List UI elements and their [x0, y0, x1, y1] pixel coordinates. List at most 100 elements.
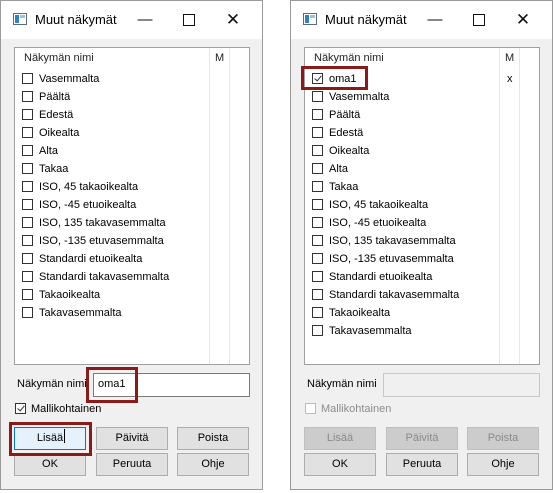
list-item[interactable]: Päältä: [15, 88, 249, 106]
checkbox-icon[interactable]: [22, 163, 33, 174]
maximize-icon: [183, 14, 195, 27]
checkbox-icon[interactable]: [22, 91, 33, 102]
column-header-name[interactable]: Näkymän nimi: [24, 52, 94, 64]
list-item[interactable]: ISO, 45 takaoikealta: [15, 178, 249, 196]
column-header-name[interactable]: Näkymän nimi: [314, 52, 384, 64]
apply-button[interactable]: Päivitä: [386, 427, 458, 450]
checkbox-icon[interactable]: [312, 325, 323, 336]
minimize-button[interactable]: —: [415, 5, 455, 35]
checkbox-icon[interactable]: [312, 163, 323, 174]
views-list[interactable]: Näkymän nimi M oma1 x Vasemmalta Päältä Edes…: [304, 47, 540, 365]
close-button[interactable]: ✕: [213, 5, 253, 35]
list-item[interactable]: Edestä: [305, 124, 539, 142]
help-button[interactable]: Ohje: [177, 453, 249, 476]
list-item[interactable]: ISO, 135 takavasemmalta: [15, 214, 249, 232]
list-item-label: Takaoikealta: [329, 307, 391, 319]
checkbox-icon[interactable]: [22, 235, 33, 246]
list-item[interactable]: ISO, -135 etuvasemmalta: [305, 250, 539, 268]
list-item-label: Vasemmalta: [39, 73, 100, 85]
add-button[interactable]: Lisää: [304, 427, 376, 450]
checkbox-icon[interactable]: [312, 271, 323, 282]
checkbox-icon[interactable]: [312, 307, 323, 318]
cancel-button[interactable]: Peruuta: [96, 453, 168, 476]
list-item[interactable]: ISO, 45 takaoikealta: [305, 196, 539, 214]
cancel-button[interactable]: Peruuta: [386, 453, 458, 476]
list-item[interactable]: Takaa: [15, 160, 249, 178]
list-item[interactable]: Takaa: [305, 178, 539, 196]
list-item[interactable]: Standardi takavasemmalta: [15, 268, 249, 286]
close-button[interactable]: ✕: [503, 5, 543, 35]
list-item-label: Standardi takavasemmalta: [329, 289, 460, 301]
ok-button[interactable]: OK: [304, 453, 376, 476]
views-list[interactable]: Näkymän nimi M Vasemmalta Päältä Edestä Oik…: [14, 47, 250, 365]
list-item[interactable]: ISO, 135 takavasemmalta: [305, 232, 539, 250]
checkbox-checked-icon[interactable]: [15, 403, 26, 414]
highlight-box-name-input: [86, 367, 138, 403]
list-item-label: ISO, 135 takavasemmalta: [39, 217, 166, 229]
checkbox-icon[interactable]: [312, 109, 323, 120]
help-button[interactable]: Ohje: [467, 453, 539, 476]
checkbox-icon[interactable]: [22, 109, 33, 120]
minimize-button[interactable]: —: [125, 5, 165, 35]
list-item[interactable]: Alta: [15, 142, 249, 160]
checkbox-icon[interactable]: [312, 235, 323, 246]
list-item[interactable]: Takavasemmalta: [15, 304, 249, 322]
list-item[interactable]: Standardi takavasemmalta: [305, 286, 539, 304]
app-icon: [13, 13, 27, 25]
checkbox-icon[interactable]: [22, 73, 33, 84]
list-item[interactable]: ISO, -45 etuoikealta: [15, 196, 249, 214]
list-item[interactable]: Vasemmalta: [305, 88, 539, 106]
list-item-label: Oikealta: [329, 145, 370, 157]
checkbox-icon[interactable]: [312, 289, 323, 300]
checkbox-icon[interactable]: [305, 403, 316, 414]
list-item-label: ISO, -135 etuvasemmalta: [39, 235, 164, 247]
list-item[interactable]: Standardi etuoikealta: [305, 268, 539, 286]
list-header: Näkymän nimi M: [305, 48, 539, 68]
checkbox-icon[interactable]: [312, 181, 323, 192]
list-item-label: Alta: [329, 163, 348, 175]
ok-button[interactable]: OK: [14, 453, 86, 476]
list-item[interactable]: Takavasemmalta: [305, 322, 539, 340]
column-header-m[interactable]: M: [215, 52, 224, 64]
column-header-m[interactable]: M: [505, 52, 514, 64]
list-item-label: ISO, 135 takavasemmalta: [329, 235, 456, 247]
checkbox-icon[interactable]: [312, 199, 323, 210]
checkbox-icon[interactable]: [22, 127, 33, 138]
list-item-label: Standardi takavasemmalta: [39, 271, 170, 283]
checkbox-icon[interactable]: [22, 289, 33, 300]
maximize-button[interactable]: [169, 5, 209, 35]
checkbox-icon[interactable]: [312, 127, 323, 138]
checkbox-icon[interactable]: [22, 253, 33, 264]
checkbox-icon[interactable]: [22, 145, 33, 156]
maximize-button[interactable]: [459, 5, 499, 35]
list-item-label: Takaoikealta: [39, 289, 101, 301]
model-specific-label: Mallikohtainen: [31, 403, 102, 415]
checkbox-icon[interactable]: [22, 307, 33, 318]
checkbox-icon[interactable]: [22, 181, 33, 192]
delete-button[interactable]: Poista: [177, 427, 249, 450]
list-item[interactable]: Alta: [305, 160, 539, 178]
list-item[interactable]: Takaoikealta: [15, 286, 249, 304]
list-item[interactable]: Oikealta: [15, 124, 249, 142]
list-item[interactable]: Standardi etuoikealta: [15, 250, 249, 268]
checkbox-icon[interactable]: [22, 217, 33, 228]
list-item[interactable]: Oikealta: [305, 142, 539, 160]
list-item-label: Standardi etuoikealta: [39, 253, 143, 265]
list-item[interactable]: Edestä: [15, 106, 249, 124]
checkbox-icon[interactable]: [22, 199, 33, 210]
list-item[interactable]: ISO, -135 etuvasemmalta: [15, 232, 249, 250]
checkbox-icon[interactable]: [312, 217, 323, 228]
checkbox-icon[interactable]: [312, 91, 323, 102]
apply-button[interactable]: Päivitä: [96, 427, 168, 450]
checkbox-icon[interactable]: [312, 145, 323, 156]
checkbox-icon[interactable]: [22, 271, 33, 282]
list-item[interactable]: Takaoikealta: [305, 304, 539, 322]
list-item[interactable]: Päältä: [305, 106, 539, 124]
checkbox-icon[interactable]: [312, 253, 323, 264]
view-name-input[interactable]: [383, 373, 540, 397]
delete-button[interactable]: Poista: [467, 427, 539, 450]
maximize-icon: [473, 14, 485, 27]
list-item[interactable]: Vasemmalta: [15, 70, 249, 88]
list-item[interactable]: ISO, -45 etuoikealta: [305, 214, 539, 232]
list-item-label: ISO, -135 etuvasemmalta: [329, 253, 454, 265]
